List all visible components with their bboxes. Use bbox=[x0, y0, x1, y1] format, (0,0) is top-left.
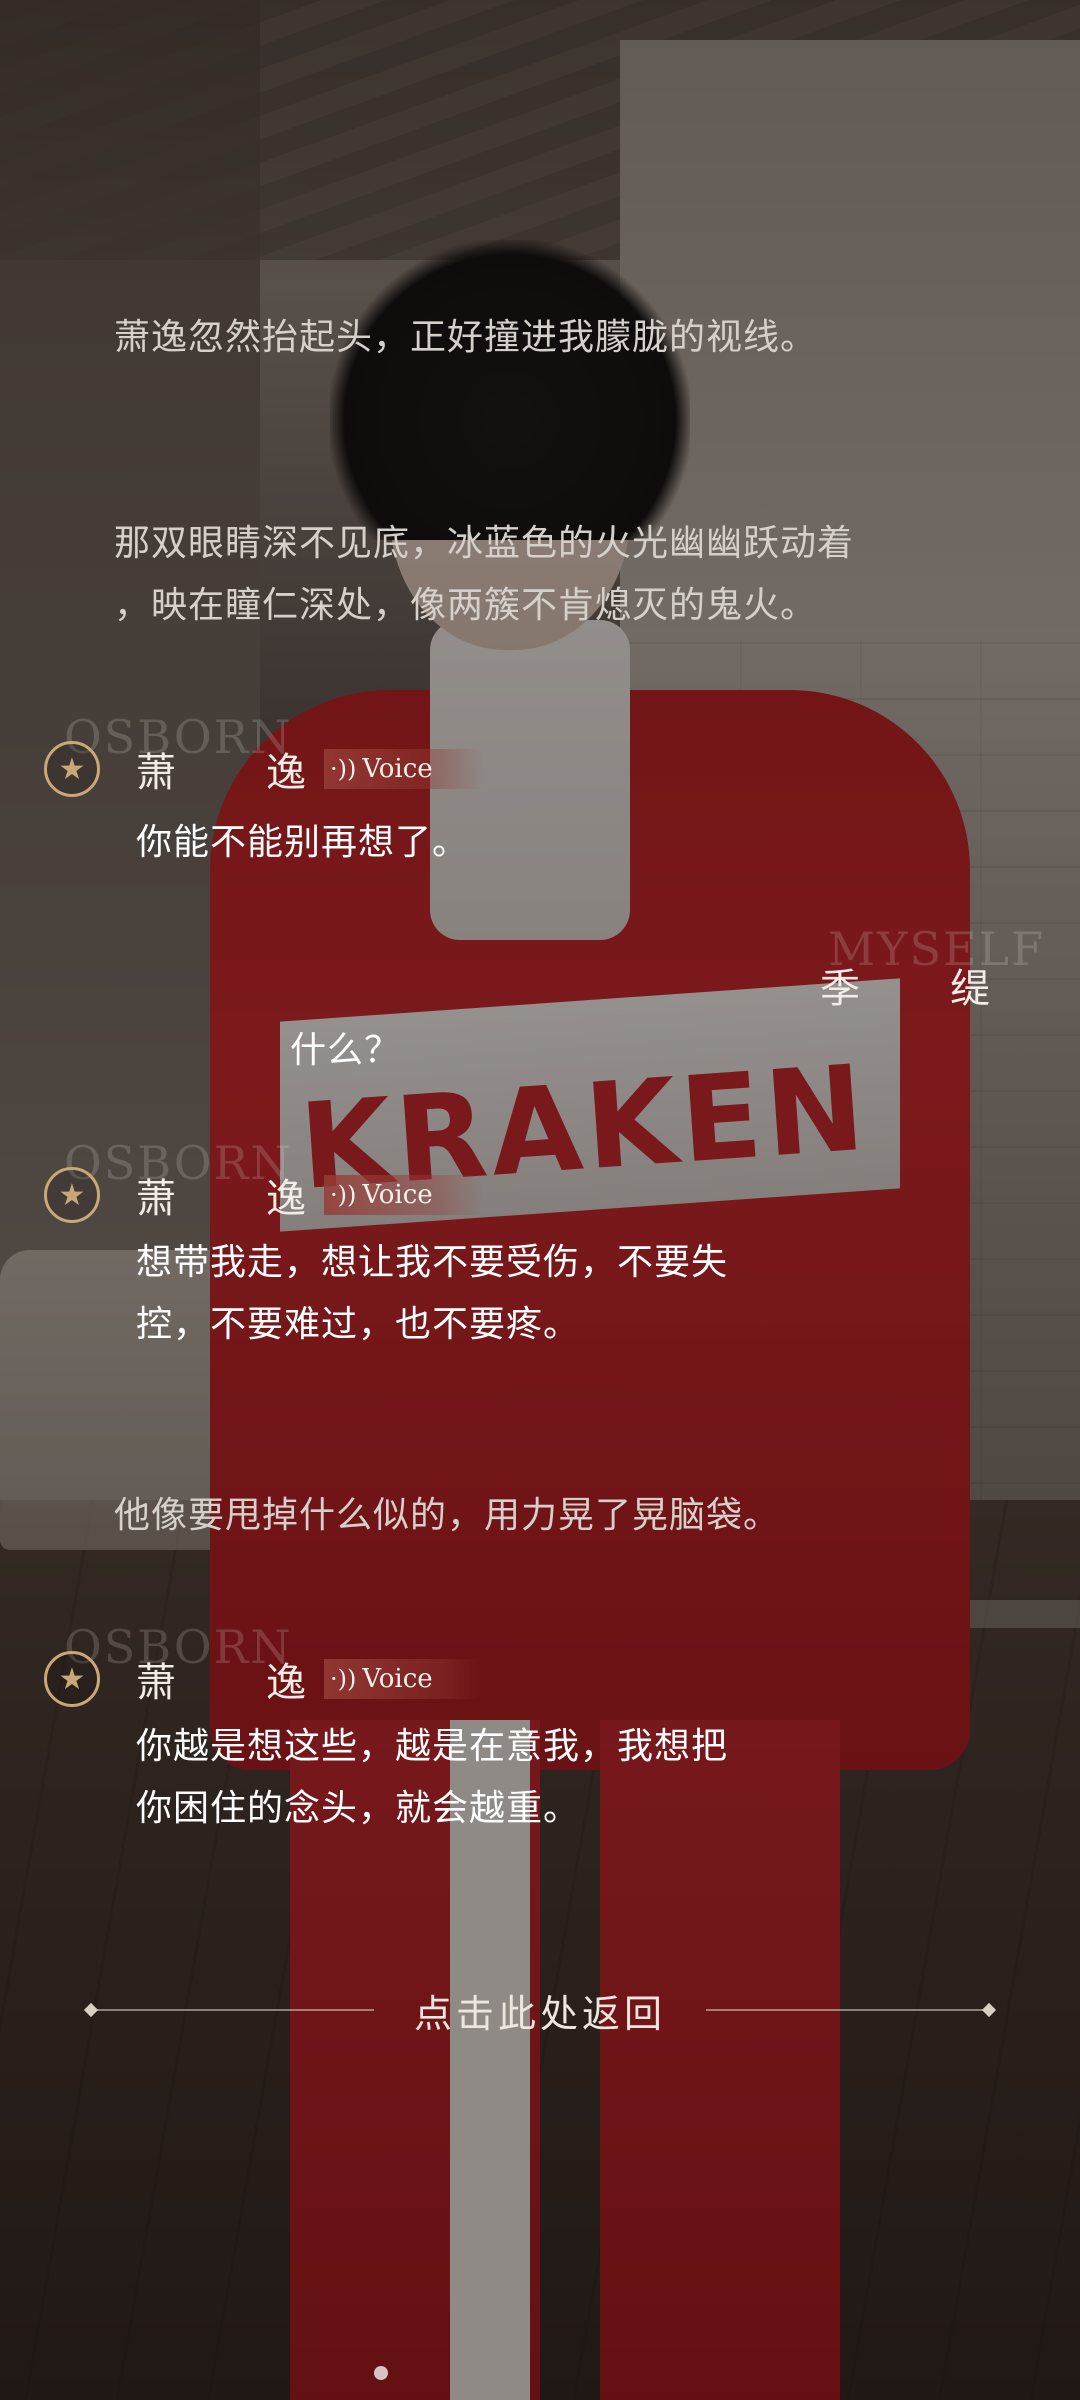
voice-replay-button[interactable]: ·)) Voice bbox=[324, 749, 483, 789]
speaker-name: 萧 逸 bbox=[136, 1176, 306, 1222]
story-log-screen: KRAKEN 萧逸忽然抬起头，正好撞进我朦胧的视线。 那双眼睛深不见底，冰蓝色的… bbox=[0, 0, 1080, 2400]
diamond-left-icon bbox=[83, 2002, 99, 2018]
back-button[interactable]: 点击此处返回 bbox=[374, 1983, 706, 2038]
star-icon: ★ bbox=[44, 1651, 100, 1707]
star-icon: ★ bbox=[44, 1167, 100, 1223]
home-indicator[interactable] bbox=[374, 2366, 388, 2380]
voice-wave-icon: ·)) bbox=[330, 755, 357, 783]
divider-right bbox=[706, 2009, 985, 2011]
dialog-line: 你越是想这些，越是在意我，我想把 bbox=[136, 1726, 729, 1767]
narration-line: 那双眼睛深不见底，冰蓝色的火光幽幽跃动着 bbox=[114, 523, 855, 564]
divider-left bbox=[96, 2009, 374, 2011]
dialog-line: 你能不能别再想了。 bbox=[136, 822, 470, 863]
back-control[interactable]: 点击此处返回 bbox=[83, 1980, 997, 2040]
dialog-line: 想带我走，想让我不要受伤，不要失 bbox=[136, 1242, 729, 1283]
voice-replay-button[interactable]: ·)) Voice bbox=[324, 1175, 483, 1215]
dialog-line: 你困住的念头，就会越重。 bbox=[136, 1788, 581, 1829]
narration-line: 萧逸忽然抬起头，正好撞进我朦胧的视线。 bbox=[114, 317, 818, 358]
voice-wave-icon: ·)) bbox=[330, 1181, 357, 1209]
speaker-name: 萧 逸 bbox=[136, 750, 306, 796]
narration-line: ，映在瞳仁深处，像两簇不肯熄灭的鬼火。 bbox=[114, 585, 818, 626]
narration-line: 他像要甩掉什么似的，用力晃了晃脑袋。 bbox=[114, 1495, 781, 1536]
speaker-name: 萧 逸 bbox=[136, 1660, 306, 1706]
player-reply-line: 什么？ bbox=[290, 1030, 402, 1071]
speaker-row: ★ 萧 逸 ·)) Voice bbox=[44, 738, 483, 800]
diamond-right-icon bbox=[981, 2002, 997, 2018]
player-name: 季 缇 bbox=[820, 966, 990, 1012]
speaker-row: ★ 萧 逸 ·)) Voice bbox=[44, 1648, 483, 1710]
star-icon: ★ bbox=[44, 741, 100, 797]
voice-replay-button[interactable]: ·)) Voice bbox=[324, 1659, 483, 1699]
voice-wave-icon: ·)) bbox=[330, 1665, 357, 1693]
speaker-row: ★ 萧 逸 ·)) Voice bbox=[44, 1164, 483, 1226]
dialog-line: 控，不要难过，也不要疼。 bbox=[136, 1304, 581, 1345]
